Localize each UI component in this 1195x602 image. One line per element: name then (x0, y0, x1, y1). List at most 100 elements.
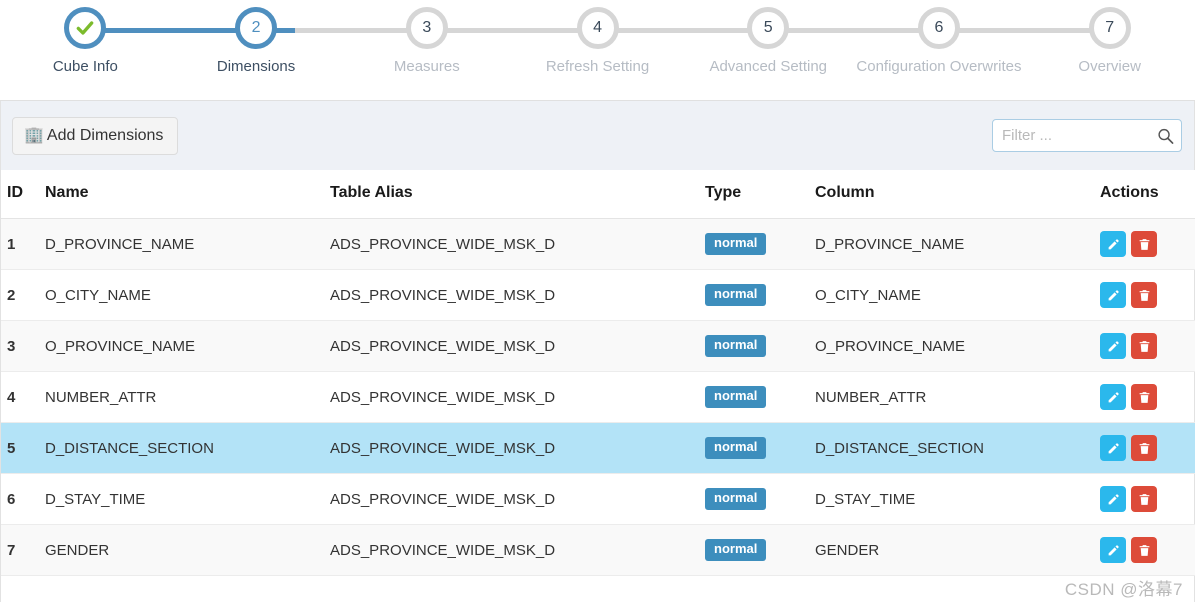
column-header-name: Name (45, 170, 330, 219)
dimensions-table: ID Name Table Alias Type Column Actions … (1, 170, 1195, 576)
step-label: Configuration Overwrites (856, 58, 1022, 75)
table-head: ID Name Table Alias Type Column Actions (1, 170, 1195, 219)
pencil-icon (1108, 340, 1119, 351)
wizard-step-configuration-overwrites[interactable]: 6 Configuration Overwrites (853, 0, 1025, 101)
cell-id: 2 (1, 269, 45, 321)
cell-name: O_PROVINCE_NAME (45, 320, 330, 372)
cell-table-alias: ADS_PROVINCE_WIDE_MSK_D (330, 524, 705, 576)
delete-row-button[interactable] (1131, 537, 1157, 563)
cell-table-alias: ADS_PROVINCE_WIDE_MSK_D (330, 269, 705, 321)
table-row[interactable]: 7 GENDER ADS_PROVINCE_WIDE_MSK_D normal GEND… (1, 524, 1195, 576)
cell-actions (1100, 524, 1195, 576)
building-icon: 🏢 (24, 126, 44, 144)
pencil-icon (1108, 544, 1119, 555)
cell-type: normal (705, 371, 815, 423)
trash-icon (1139, 442, 1149, 454)
wizard-step-measures[interactable]: 3 Measures (341, 0, 513, 101)
cell-id: 4 (1, 371, 45, 423)
action-button-group (1100, 486, 1195, 512)
cell-id: 5 (1, 422, 45, 474)
step-number: 2 (251, 19, 261, 36)
cell-column: GENDER (815, 524, 1100, 576)
cell-actions (1100, 473, 1195, 525)
cell-column: D_PROVINCE_NAME (815, 218, 1100, 270)
cell-name: D_PROVINCE_NAME (45, 218, 330, 270)
edit-row-button[interactable] (1100, 231, 1126, 257)
add-dimensions-button[interactable]: 🏢 Add Dimensions (12, 116, 179, 155)
cell-table-alias: ADS_PROVINCE_WIDE_MSK_D (330, 473, 705, 525)
edit-row-button[interactable] (1100, 384, 1126, 410)
cell-actions (1100, 218, 1195, 270)
action-button-group (1100, 231, 1195, 257)
wizard-step-advanced-setting[interactable]: 5 Advanced Setting (682, 0, 854, 101)
edit-row-button[interactable] (1100, 435, 1126, 461)
column-header-type: Type (705, 170, 815, 219)
table-row[interactable]: 3 O_PROVINCE_NAME ADS_PROVINCE_WIDE_MSK_D n… (1, 320, 1195, 372)
cell-id: 1 (1, 218, 45, 270)
action-button-group (1100, 384, 1195, 410)
check-icon (77, 21, 94, 35)
cell-name: D_STAY_TIME (45, 473, 330, 525)
column-header-column: Column (815, 170, 1100, 219)
delete-row-button[interactable] (1131, 231, 1157, 257)
step-number: 3 (422, 19, 432, 36)
delete-row-button[interactable] (1131, 486, 1157, 512)
trash-icon (1139, 544, 1149, 556)
cell-id: 6 (1, 473, 45, 525)
cell-type: normal (705, 422, 815, 474)
wizard-stepper: Cube Info 2 Dimensions 3 Measures 4 Refresh Se… (0, 0, 1195, 101)
wizard-step-refresh-setting[interactable]: 4 Refresh Setting (512, 0, 683, 101)
wizard-step-cube-info[interactable]: Cube Info (0, 0, 171, 101)
trash-icon (1139, 340, 1149, 352)
status-badge: normal (705, 284, 767, 306)
step-label: Dimensions (216, 58, 296, 75)
table-row[interactable]: 1 D_PROVINCE_NAME ADS_PROVINCE_WIDE_MSK_D n… (1, 218, 1195, 270)
cell-column: D_STAY_TIME (815, 473, 1100, 525)
cell-table-alias: ADS_PROVINCE_WIDE_MSK_D (330, 218, 705, 270)
table-header-row: ID Name Table Alias Type Column Actions (1, 170, 1195, 219)
cell-id: 3 (1, 320, 45, 372)
trash-icon (1139, 238, 1149, 250)
delete-row-button[interactable] (1131, 282, 1157, 308)
cell-table-alias: ADS_PROVINCE_WIDE_MSK_D (330, 422, 705, 474)
pencil-icon (1108, 442, 1119, 453)
cell-type: normal (705, 269, 815, 321)
cell-id: 7 (1, 524, 45, 576)
cell-type: normal (705, 524, 815, 576)
cell-actions (1100, 371, 1195, 423)
table-row[interactable]: 5 D_DISTANCE_SECTION ADS_PROVINCE_WIDE_MSK… (1, 422, 1195, 474)
pencil-icon (1108, 238, 1119, 249)
edit-row-button[interactable] (1100, 282, 1126, 308)
step-circle-1 (64, 7, 107, 49)
cell-column: D_DISTANCE_SECTION (815, 422, 1100, 474)
edit-row-button[interactable] (1100, 537, 1126, 563)
step-circle-4: 4 (576, 7, 619, 49)
step-label: Refresh Setting (545, 58, 650, 75)
status-badge: normal (705, 233, 767, 255)
wizard-step-dimensions[interactable]: 2 Dimensions (170, 0, 342, 101)
edit-row-button[interactable] (1100, 486, 1126, 512)
table-row[interactable]: 4 NUMBER_ATTR ADS_PROVINCE_WIDE_MSK_D norma… (1, 371, 1195, 423)
step-circle-6: 6 (917, 7, 960, 49)
delete-row-button[interactable] (1131, 384, 1157, 410)
cell-type: normal (705, 320, 815, 372)
watermark: CSDN @洛幕7 (1064, 580, 1183, 599)
edit-row-button[interactable] (1100, 333, 1126, 359)
pencil-icon (1108, 391, 1119, 402)
cell-type: normal (705, 473, 815, 525)
step-number: 5 (763, 19, 773, 36)
cell-name: NUMBER_ATTR (45, 371, 330, 423)
delete-row-button[interactable] (1131, 435, 1157, 461)
cell-actions (1100, 320, 1195, 372)
wizard-step-overview[interactable]: 7 Overview (1024, 0, 1195, 101)
table-body: 1 D_PROVINCE_NAME ADS_PROVINCE_WIDE_MSK_D n… (1, 218, 1195, 576)
cell-name: O_CITY_NAME (45, 269, 330, 321)
table-toolbar: 🏢 Add Dimensions (1, 101, 1194, 170)
cell-name: GENDER (45, 524, 330, 576)
filter-field-wrapper (992, 119, 1182, 152)
filter-input[interactable] (992, 119, 1182, 152)
table-row[interactable]: 6 D_STAY_TIME ADS_PROVINCE_WIDE_MSK_D norma… (1, 473, 1195, 525)
status-badge: normal (705, 386, 767, 408)
delete-row-button[interactable] (1131, 333, 1157, 359)
table-row[interactable]: 2 O_CITY_NAME ADS_PROVINCE_WIDE_MSK_D norma… (1, 269, 1195, 321)
